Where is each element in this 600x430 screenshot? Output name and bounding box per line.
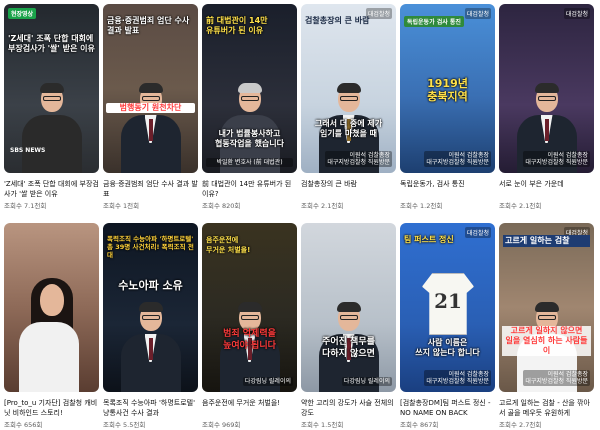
video-thumbnail[interactable]: 폭력조직 수능아파 '하명트로텔' 총 39명 사건처리! 폭력조직 전대 수노… [103,223,198,392]
channel-label: 박일환 변호사 (前 대법관) [206,158,293,167]
video-thumbnail[interactable]: 대검찰청 이원석 검찰총장 대구지방검찰청 직원방문 [499,4,594,173]
thumbnail-headline: 음주운전에 무거운 처벌을! [206,236,251,254]
thumbnail-caption: 수노아파 소유 [118,279,183,292]
video-card[interactable]: [Pro_to_u 기자단] 검찰청 캐비닛 비하인드 스토리! 조회수 656… [4,223,99,430]
video-card[interactable]: 금융·증권범죄 엄단 수사 결과 발표 범행동기 원천차단 금융·증권범죄 엄단… [103,4,198,211]
video-views: 조회수 1.2천회 [400,202,443,210]
video-card[interactable]: 현장영상 'Z세대' 조폭 단합 대회에 부장검사가 '쌀' 받은 이유 SBS… [4,4,99,211]
channel-label: 이원석 검찰총장 대구지방검찰청 직원방문 [523,370,590,386]
thumbnail-headline: 'Z세대' 조폭 단합 대회에 부장검사가 '쌀' 받은 이유 [8,34,95,53]
video-thumbnail[interactable]: 금융·증권범죄 엄단 수사 결과 발표 범행동기 원천차단 [103,4,198,173]
video-thumbnail[interactable]: 대검찰청 검찰총장의 큰 바람 그래서 더 중에 제가 임기를 마쳤을 때 이원… [301,4,396,173]
video-title[interactable]: 음주운전에 무거운 처벌을! [202,398,297,418]
video-views: 조회수 820회 [202,202,241,210]
video-thumbnail[interactable] [4,223,99,392]
channel-label: 이원석 검찰총장 대구지방검찰청 직원방문 [325,151,392,167]
thumbnail-headline: 前 대법관이 14만 유튜버가 된 이유 [206,16,268,35]
video-title[interactable]: 금융·증권범죄 엄단 수사 결과 발표 [103,179,198,199]
video-thumbnail[interactable]: 주어진 책무를 다하지 않으면 다강림닝 릴레이의 [301,223,396,392]
video-card[interactable]: 음주운전에 무거운 처벌을! 범죄 억제력을 높여야 됩니다 다강림닝 릴레이의… [202,223,297,430]
video-views: 조회수 7.1천회 [4,202,47,210]
video-title[interactable]: 검찰총장의 큰 바람 [301,179,396,199]
video-views: 조회수 2.1천회 [301,202,344,210]
channel-label: 이원석 검찰총장 대구지방검찰청 직원방문 [424,370,491,386]
video-card[interactable]: 주어진 책무를 다하지 않으면 다강림닝 릴레이의 약한 고리의 강도가 사슬 … [301,223,396,430]
video-card[interactable]: 대검찰청 팀 퍼스트 정신 21 사람 이름은 쓰지 않는다 합니다 이원석 검… [400,223,495,430]
thumbnail-caption: 사람 이름은 쓰지 않는다 합니다 [415,338,480,357]
video-title[interactable]: [검찰총장DM]팀 퍼스트 정신 - NO NAME ON BACK [400,398,495,418]
shorts-grid: 현장영상 'Z세대' 조폭 단합 대회에 부장검사가 '쌀' 받은 이유 SBS… [4,4,594,430]
video-views: 조회수 1천회 [103,202,140,210]
channel-label: 이원석 검찰총장 대구지방검찰청 직원방문 [523,151,590,167]
thumbnail-badge: 현장영상 [8,8,37,19]
video-title[interactable]: 목록조직 수능아파 '하명트로텔' 냥통사건 수사 결과 [103,398,198,418]
thumbnail-caption: 내가 법률봉사하고 협동작업을 했습니다 [214,129,285,148]
jersey-number: 21 [434,289,462,313]
channel-logo: SBS NEWS [10,147,46,154]
video-thumbnail[interactable]: 대검찰청 독립운동가 검사 통진 1919년 충북지역 이원석 검찰총장 대구지… [400,4,495,173]
video-thumbnail[interactable]: 음주운전에 무거운 처벌을! 범죄 억제력을 높여야 됩니다 다강림닝 릴레이의 [202,223,297,392]
video-thumbnail[interactable]: 대검찰청 팀 퍼스트 정신 21 사람 이름은 쓰지 않는다 합니다 이원석 검… [400,223,495,392]
thumbnail-badge: 독립운동가 검사 통진 [404,16,464,27]
video-title[interactable]: 'Z세대' 조폭 단합 대회에 부장검사가 '쌀 받은 이유 [4,179,99,199]
video-card[interactable]: 대검찰청 독립운동가 검사 통진 1919년 충북지역 이원석 검찰총장 대구지… [400,4,495,211]
thumbnail-headline: 금융·증권범죄 엄단 수사 결과 발표 [107,16,190,35]
video-card[interactable]: 대검찰청 검찰총장의 큰 바람 그래서 더 중에 제가 임기를 마쳤을 때 이원… [301,4,396,211]
thumbnail-caption: 범죄 억제력을 높여야 됩니다 [223,329,276,351]
channel-logo: 대검찰청 [464,8,491,19]
thumbnail-caption: 1919년 충북지역 [427,77,468,103]
thumbnail-caption: 고르게 일하지 않으면 일을 열심히 하는 사람들이 [502,326,591,356]
thumbnail-person [119,300,183,392]
video-thumbnail[interactable]: 대검찰청 고르게 일하는 검찰 고르게 일하지 않으면 일을 열심히 하는 사람… [499,223,594,392]
thumbnail-caption: 그래서 더 중에 제가 임기를 마쳤을 때 [314,119,383,138]
channel-label: 이원석 검찰총장 대구지방검찰청 직원방문 [424,151,491,167]
video-thumbnail[interactable]: 前 대법관이 14만 유튜버가 된 이유 내가 법률봉사하고 협동작업을 했습니… [202,4,297,173]
thumbnail-headline: 검찰총장의 큰 바람 [305,16,370,25]
thumbnail-caption: 주어진 책무를 다하지 않으면 [322,337,375,359]
video-card[interactable]: 대검찰청 이원석 검찰총장 대구지방검찰청 직원방문 서로 눈이 부은 가운데 … [499,4,594,211]
video-card[interactable]: 대검찰청 고르게 일하는 검찰 고르게 일하지 않으면 일을 열심히 하는 사람… [499,223,594,430]
thumbnail-person [119,81,183,173]
video-title[interactable]: [Pro_to_u 기자단] 검찰청 캐비닛 비하인드 스토리! [4,398,99,418]
channel-label: 다강림닝 릴레이의 [242,377,293,386]
video-title[interactable]: 前 대법관이 14만 유튜버가 된 이유? [202,179,297,199]
video-card[interactable]: 前 대법관이 14만 유튜버가 된 이유 내가 법률봉사하고 협동작업을 했습니… [202,4,297,211]
thumbnail-headline: 고르게 일하는 검찰 [503,235,590,247]
channel-logo: 대검찰청 [563,8,590,19]
thumbnail-caption: 범행동기 원천차단 [106,103,195,113]
thumbnail-headline: 팀 퍼스트 정신 [404,235,454,244]
video-title[interactable]: 약한 고리의 강도가 사슬 전체의 강도 [301,398,396,418]
video-thumbnail[interactable]: 현장영상 'Z세대' 조폭 단합 대회에 부장검사가 '쌀' 받은 이유 SBS… [4,4,99,173]
thumbnail-headline: 폭력조직 수능아파 '하명트로텔' 총 39명 사건처리! 폭력조직 전대 [107,235,194,259]
video-title[interactable]: 고르게 일하는 검찰 - 산을 깎아서 골을 메우듯 유원하게 [499,398,594,418]
video-title[interactable]: 독립운동가, 검사 통진 [400,179,495,199]
thumbnail-person [20,81,84,173]
thumbnail-person [17,262,87,392]
channel-label: 다강림닝 릴레이의 [341,377,392,386]
video-title[interactable]: 서로 눈이 부은 가운데 [499,179,594,199]
video-card[interactable]: 폭력조직 수능아파 '하명트로텔' 총 39명 사건처리! 폭력조직 전대 수노… [103,223,198,430]
video-views: 조회수 2.1천회 [499,202,542,210]
